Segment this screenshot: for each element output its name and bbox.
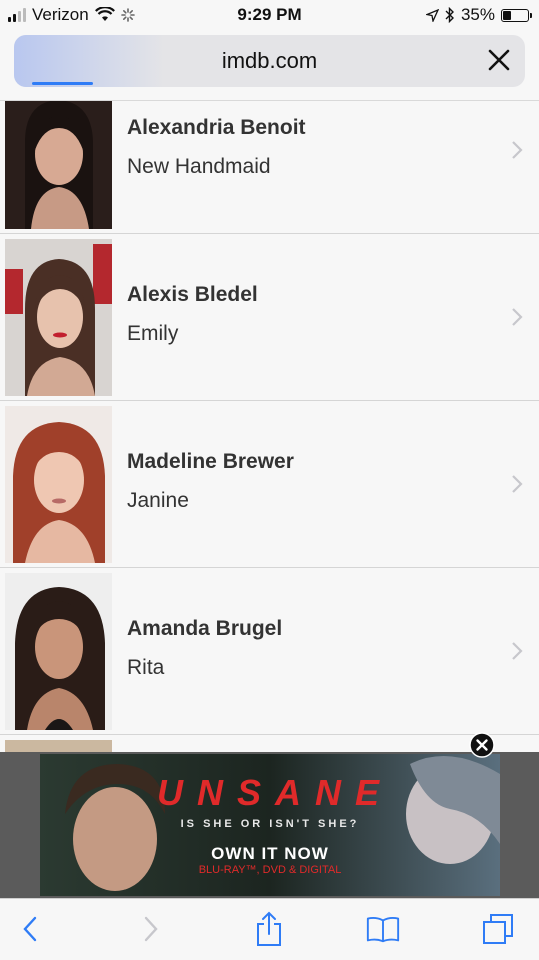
actor-photo	[5, 406, 112, 563]
chevron-right-icon	[512, 141, 523, 159]
share-button[interactable]	[251, 911, 287, 947]
chevron-right-icon	[512, 475, 523, 493]
chevron-right-icon	[144, 916, 158, 942]
cast-row[interactable]: Amanda Brugel Rita	[0, 568, 539, 735]
character-name: Emily	[127, 322, 179, 345]
bluetooth-icon	[445, 7, 454, 23]
actor-name: Alexandria Benoit	[127, 116, 306, 139]
battery-icon	[501, 8, 532, 22]
chevron-right-icon	[512, 642, 523, 660]
browser-toolbar	[0, 898, 539, 960]
battery-percent: 35%	[460, 5, 495, 24]
character-name: New Handmaid	[127, 155, 271, 178]
ad-title: UNSANE	[156, 772, 393, 813]
status-right: 35%	[425, 5, 532, 25]
forward-button[interactable]	[133, 911, 169, 947]
actor-name: Madeline Brewer	[127, 450, 294, 473]
battery-level	[503, 10, 512, 20]
actor-photo	[5, 573, 112, 730]
chevron-left-icon	[23, 916, 37, 942]
status-bar: Verizon 9:29 PM 35%	[0, 0, 539, 30]
stop-loading-icon[interactable]	[487, 48, 511, 72]
address-bar[interactable]: imdb.com	[14, 35, 525, 87]
tabs-button[interactable]	[480, 911, 516, 947]
close-ad-icon[interactable]	[469, 732, 495, 758]
actor-name: Alexis Bledel	[127, 283, 258, 306]
ad-tagline: IS SHE OR ISN'T SHE?	[180, 818, 360, 830]
cast-row[interactable]: Madeline Brewer Janine	[0, 401, 539, 568]
share-icon	[257, 911, 281, 946]
character-name: Rita	[127, 656, 165, 679]
location-arrow-icon	[425, 8, 439, 22]
cast-row[interactable]: Alexis Bledel Emily	[0, 234, 539, 401]
character-name: Janine	[127, 489, 189, 512]
page-load-progress	[32, 82, 94, 85]
actor-name: Amanda Brugel	[127, 617, 283, 640]
actor-photo	[5, 101, 112, 229]
tabs-icon	[483, 914, 513, 944]
bookmarks-button[interactable]	[365, 911, 401, 947]
ad-formats: BLU-RAY™, DVD & DIGITAL	[198, 864, 342, 876]
book-icon	[366, 917, 400, 943]
url-text[interactable]: imdb.com	[14, 48, 525, 74]
chevron-right-icon	[512, 308, 523, 326]
cast-row[interactable]: Alexandria Benoit New Handmaid	[0, 101, 539, 234]
ad-banner[interactable]: UNSANE IS SHE OR ISN'T SHE? OWN IT NOW B…	[0, 752, 539, 898]
ad-cta[interactable]: OWN IT NOW	[165, 844, 375, 864]
actor-photo	[5, 239, 112, 396]
back-button[interactable]	[12, 911, 48, 947]
